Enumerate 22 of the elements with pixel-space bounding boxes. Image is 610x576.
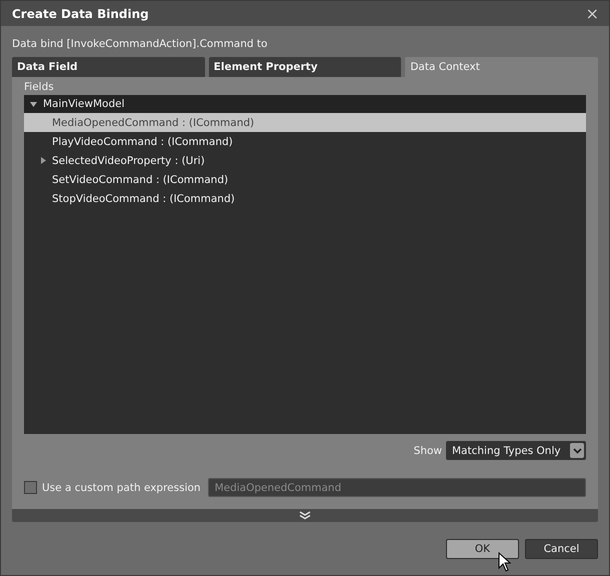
tab[interactable]: Data Context (405, 57, 598, 77)
expand-arrow-icon[interactable] (40, 157, 47, 164)
tree-item[interactable]: MediaOpenedCommand : (ICommand) (24, 113, 586, 132)
tree-item[interactable]: SetVideoCommand : (ICommand) (24, 170, 586, 189)
tree-item[interactable]: SelectedVideoProperty : (Uri) (24, 151, 586, 170)
tab[interactable]: Data Field (12, 57, 205, 77)
fields-label: Fields (24, 81, 55, 93)
subtitle: Data bind [InvokeCommandAction].Command to (12, 38, 268, 50)
tree-item[interactable]: PlayVideoCommand : (ICommand) (24, 132, 586, 151)
dialog-button[interactable]: Cancel (525, 539, 598, 559)
double-chevron-icon[interactable] (299, 511, 311, 520)
show-label: Show (414, 444, 442, 456)
tree-item[interactable]: StopVideoCommand : (ICommand) (24, 189, 586, 208)
tree-item[interactable]: MainViewModel (24, 95, 586, 113)
tab[interactable]: Element Property (208, 57, 402, 77)
close-button[interactable]: × (584, 4, 601, 23)
dialog-button[interactable]: OK (446, 539, 519, 559)
expand-arrow-icon[interactable] (30, 100, 37, 108)
mouse-cursor-icon (498, 552, 511, 572)
custom-path-label: Use a custom path expression (42, 482, 201, 494)
show-dropdown[interactable]: Matching Types Only (446, 441, 586, 460)
window-title: Create Data Binding (12, 6, 149, 20)
